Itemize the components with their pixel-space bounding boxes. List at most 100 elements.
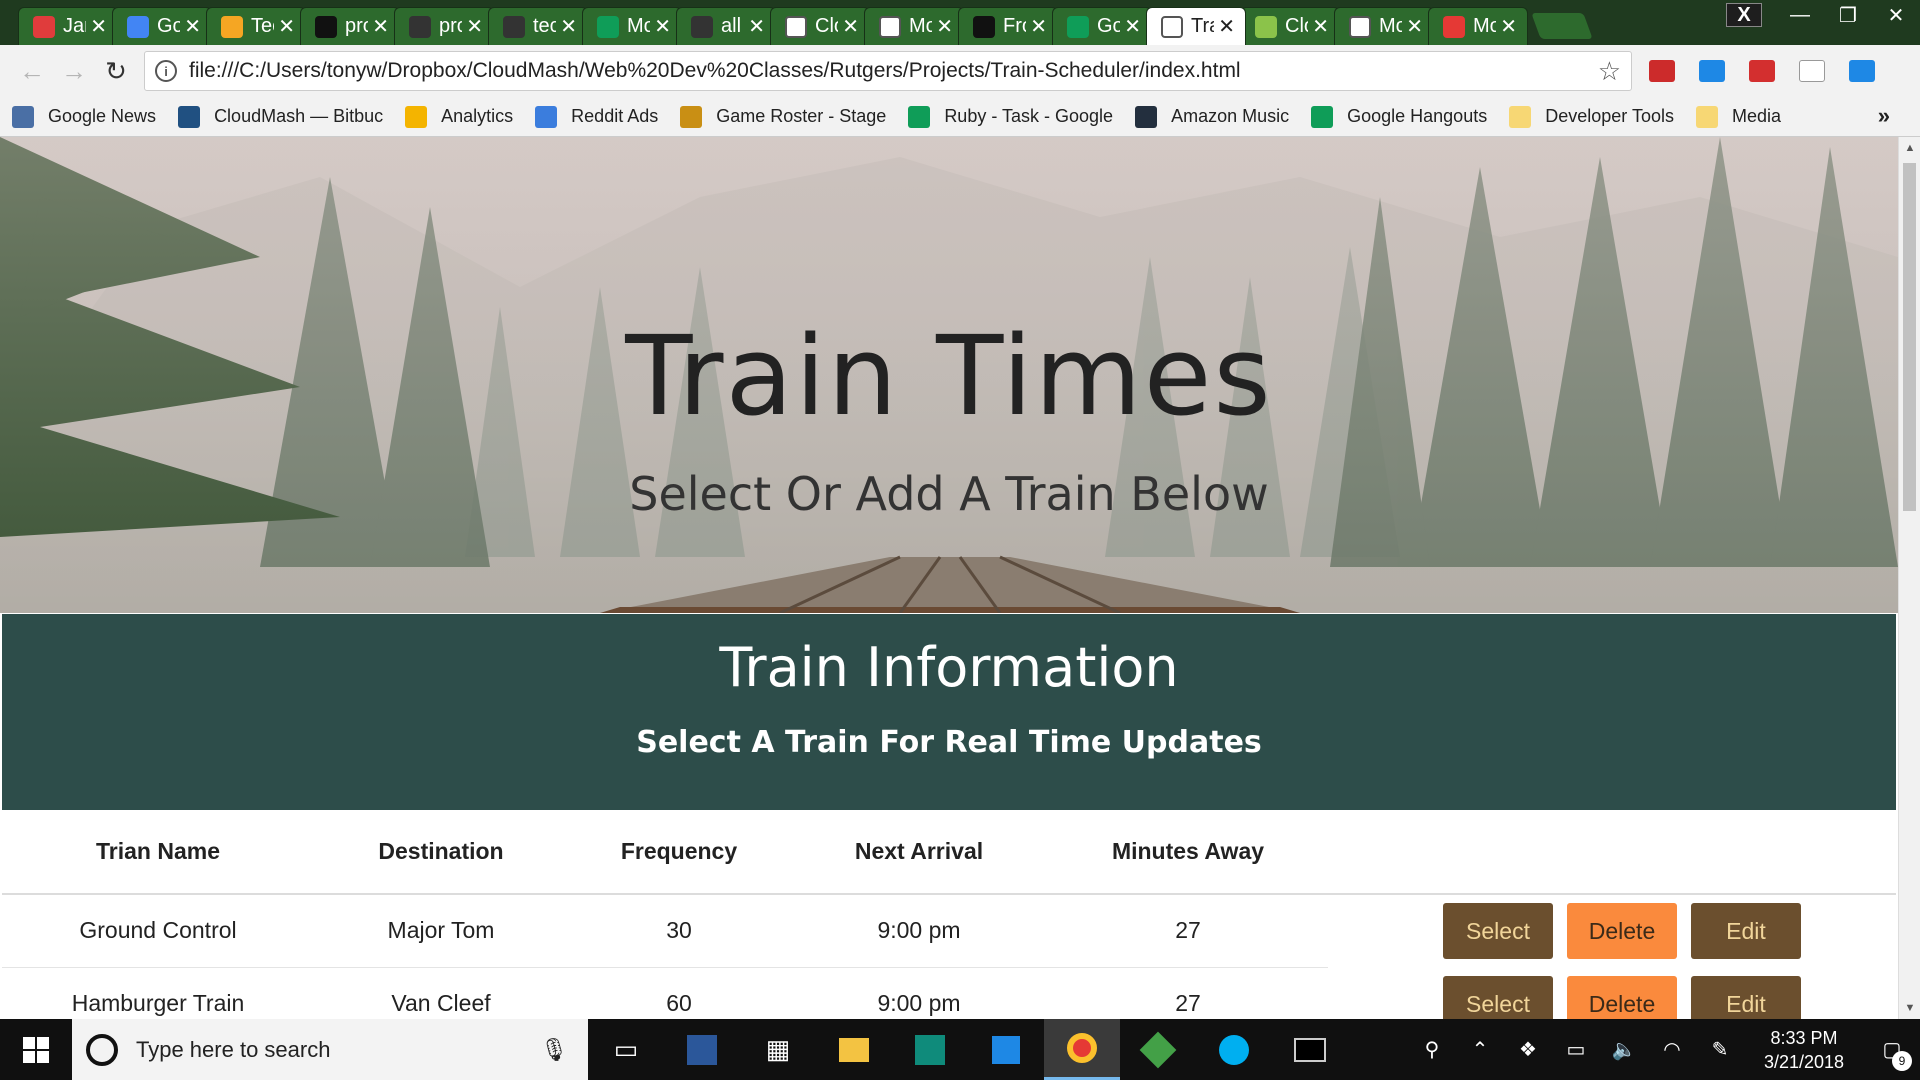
badge-icon[interactable] [1692, 51, 1732, 91]
bookmark-item[interactable]: Developer Tools [1509, 105, 1674, 128]
scrollbar-thumb[interactable] [1903, 163, 1916, 511]
microphone-icon[interactable]: 🎙 [540, 1037, 568, 1063]
reload-button[interactable]: ↻ [96, 51, 136, 91]
bookmark-label: Game Roster - Stage [716, 106, 887, 126]
start-button[interactable] [0, 1019, 72, 1080]
bookmarks-overflow-button[interactable]: » [1878, 103, 1890, 129]
browser-tab[interactable]: Clo✕ [1240, 7, 1340, 45]
taskbar-search-box[interactable]: Type here to search 🎙 [72, 1019, 588, 1080]
browser-tab[interactable]: Mo ✕ [864, 7, 964, 45]
action-center-button[interactable]: ▢ 9 [1864, 1037, 1920, 1071]
tab-close-icon[interactable]: ✕ [936, 14, 953, 39]
terminal-icon[interactable] [1272, 1019, 1348, 1080]
clock[interactable]: 8:33 PM 3/21/2018 [1744, 1026, 1864, 1074]
lastpass-icon[interactable] [1642, 51, 1682, 91]
select-button[interactable]: Select [1443, 975, 1553, 1019]
tab-close-icon[interactable]: ✕ [748, 14, 765, 39]
browser-tab[interactable]: tec ✕ [488, 7, 588, 45]
bookmark-item[interactable]: Reddit Ads [535, 105, 658, 128]
tab-close-icon[interactable]: ✕ [842, 14, 859, 39]
bookmark-item[interactable]: CloudMash — Bitbuc [178, 105, 383, 128]
browser-tab[interactable]: Fro✕ [958, 7, 1058, 45]
tab-close-icon[interactable]: ✕ [278, 14, 295, 39]
bookmark-item[interactable]: Google News [12, 105, 156, 128]
tab-close-icon[interactable]: ✕ [1124, 14, 1141, 39]
git-icon[interactable] [1120, 1019, 1196, 1080]
tab-close-icon[interactable]: ✕ [1218, 14, 1235, 39]
table-row[interactable]: Ground Control Major Tom 30 9:00 pm 27 Select… [2, 894, 1896, 968]
tab-close-icon[interactable]: ✕ [1500, 14, 1517, 39]
task-view-icon[interactable]: ▭ [588, 1019, 664, 1080]
page-scrollbar[interactable]: ▲ ▼ [1898, 137, 1920, 1019]
browser-tab[interactable]: pro✕ [300, 7, 400, 45]
browser-tab[interactable]: Mo ✕ [1334, 7, 1434, 45]
blank-page-icon[interactable] [1792, 51, 1832, 91]
address-bar[interactable]: i file:///C:/Users/tonyw/Dropbox/CloudMa… [144, 51, 1632, 91]
browser-tab[interactable]: Tra✕ [1146, 7, 1246, 45]
browser-tab[interactable]: Goo✕ [112, 7, 212, 45]
bookmark-item[interactable]: Amazon Music [1135, 105, 1289, 128]
scroll-down-arrow-icon[interactable]: ▼ [1899, 997, 1920, 1019]
scroll-up-arrow-icon[interactable]: ▲ [1899, 137, 1920, 159]
tab-close-icon[interactable]: ✕ [1406, 14, 1423, 39]
bookmark-item[interactable]: Analytics [405, 105, 513, 128]
bookmark-item[interactable]: Google Hangouts [1311, 105, 1487, 128]
tab-close-icon[interactable]: ✕ [90, 14, 107, 39]
wifi-icon[interactable]: ◠ [1648, 1037, 1696, 1062]
tab-close-icon[interactable]: ✕ [560, 14, 577, 39]
tab-close-icon[interactable]: ✕ [1030, 14, 1047, 39]
forward-button[interactable]: → [54, 51, 94, 91]
browser-tab[interactable]: Jan✕ [18, 7, 118, 45]
browser-tab[interactable]: pro✕ [394, 7, 494, 45]
bookmark-star-icon[interactable]: ☆ [1598, 56, 1621, 87]
edit-button[interactable]: Edit [1691, 903, 1801, 959]
bookmark-item[interactable]: Ruby - Task - Google [908, 105, 1114, 128]
browser-tab[interactable]: Mo ✕ [1428, 7, 1528, 45]
people-icon[interactable]: ⚲ [1408, 1037, 1456, 1062]
tab-close-icon[interactable]: ✕ [372, 14, 389, 39]
minimize-button[interactable]: — [1776, 0, 1824, 30]
browser-tab[interactable]: Clo✕ [770, 7, 870, 45]
browser-tab[interactable]: Mo ✕ [582, 7, 682, 45]
tab-close-icon[interactable]: ✕ [184, 14, 201, 39]
skype-icon[interactable] [1196, 1019, 1272, 1080]
bookmark-label: Ruby - Task - Google [944, 106, 1114, 126]
url-text[interactable]: file:///C:/Users/tonyw/Dropbox/CloudMash… [189, 59, 1598, 83]
calculator-icon[interactable]: ▦ [740, 1019, 816, 1080]
file-explorer-icon[interactable] [816, 1019, 892, 1080]
new-tab-button[interactable] [1531, 13, 1593, 39]
chrome-taskbar-icon[interactable] [1044, 1019, 1120, 1080]
windows-logo-icon [23, 1036, 49, 1063]
bookmark-item[interactable]: Media [1695, 105, 1781, 128]
tab-close-icon[interactable]: ✕ [1312, 14, 1329, 39]
back-button[interactable]: ← [12, 51, 52, 91]
tray-expand-icon[interactable]: ⌃ [1456, 1037, 1504, 1062]
vscode-icon[interactable] [968, 1019, 1044, 1080]
tab-title: pro [439, 15, 462, 37]
browser-tab[interactable]: Goo✕ [1052, 7, 1152, 45]
sway-icon[interactable] [892, 1019, 968, 1080]
tab-close-icon[interactable]: ✕ [466, 14, 483, 39]
battery-icon[interactable]: ▭ [1552, 1037, 1600, 1062]
window-controls: X — ❐ ✕ [1726, 0, 1920, 30]
pen-icon[interactable]: ✎ [1696, 1037, 1744, 1062]
delete-button[interactable]: Delete [1567, 975, 1677, 1019]
page-icon [879, 15, 901, 38]
table-row[interactable]: Hamburger Train Van Cleef 60 9:00 pm 27 Selec… [2, 967, 1896, 1019]
restore-button[interactable]: ❐ [1824, 0, 1872, 30]
browser-tab[interactable]: Tec✕ [206, 7, 306, 45]
close-window-button[interactable]: ✕ [1872, 0, 1920, 30]
volume-icon[interactable]: 🔈 [1600, 1037, 1648, 1062]
browser-tab[interactable]: all ✕ [676, 7, 776, 45]
word-icon[interactable] [664, 1019, 740, 1080]
select-button[interactable]: Select [1443, 903, 1553, 959]
bookmark-item[interactable]: Game Roster - Stage [680, 105, 887, 128]
delete-button[interactable]: Delete [1567, 903, 1677, 959]
bookmark-red-icon[interactable] [1742, 51, 1782, 91]
x-extension-button[interactable]: X [1726, 3, 1762, 27]
pen-blue-icon[interactable] [1842, 51, 1882, 91]
edit-button[interactable]: Edit [1691, 975, 1801, 1019]
dropbox-icon[interactable]: ❖ [1504, 1037, 1552, 1062]
tab-close-icon[interactable]: ✕ [654, 14, 671, 39]
info-icon[interactable]: i [155, 60, 177, 82]
